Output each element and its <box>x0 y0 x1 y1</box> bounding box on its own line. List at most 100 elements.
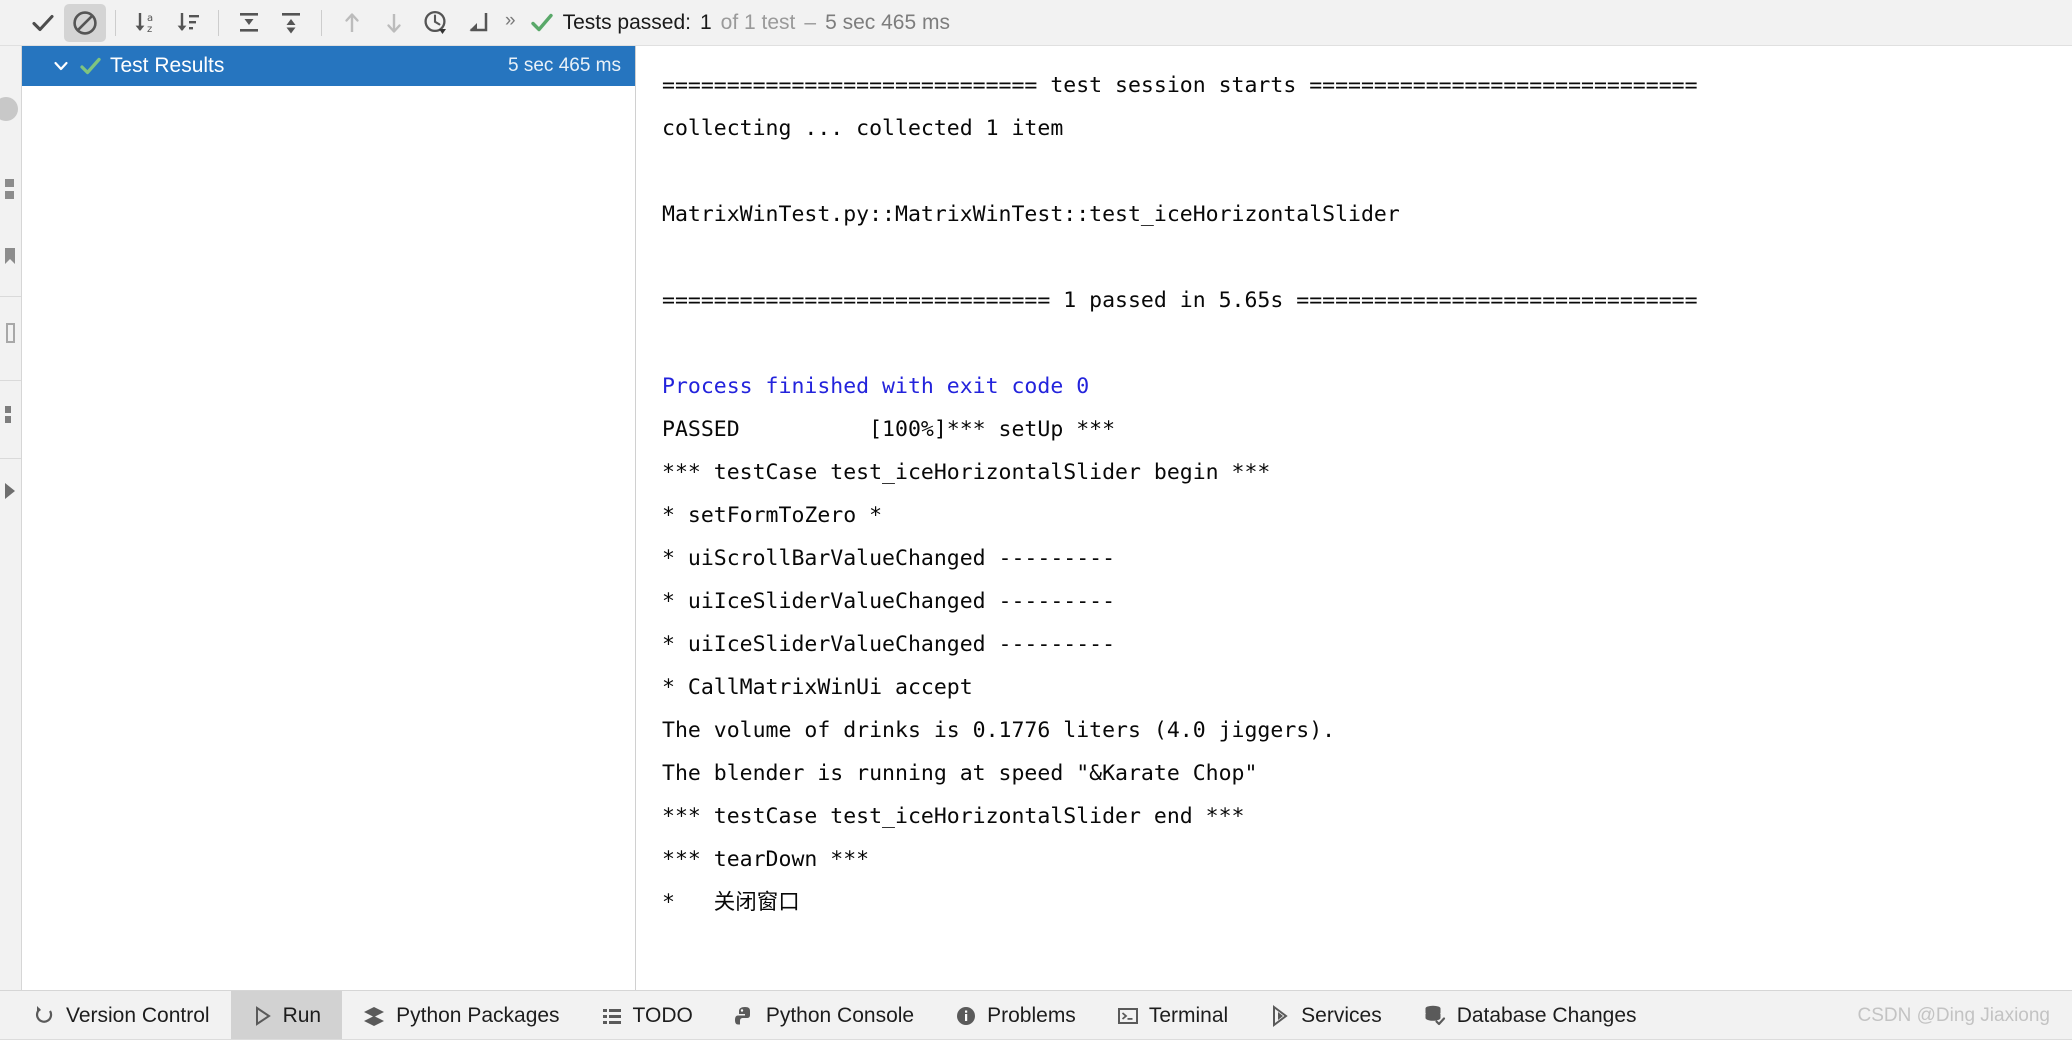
toolbar-separator-1 <box>115 9 116 36</box>
console-line: collecting ... collected 1 item <box>662 116 1064 141</box>
problems-icon <box>955 1005 977 1027</box>
console-line: PASSED [100%]*** setUp *** <box>662 417 1116 442</box>
clock-icon <box>424 10 446 34</box>
toolbar-separator-2 <box>218 9 219 36</box>
console-line: *** testCase test_iceHorizontalSlider be… <box>662 460 1271 485</box>
sort-alpha-icon: a z <box>135 12 153 35</box>
statusbar-item-run[interactable]: Run <box>230 991 343 1040</box>
todo-list-icon <box>601 1005 623 1027</box>
svg-text:z: z <box>147 24 152 35</box>
bottom-tool-window-bar: Version Control Run Python Packages TODO Pyt… <box>0 990 2072 1040</box>
tree-row-duration: 5 sec 465 ms <box>508 55 621 76</box>
console-line: * uiScrollBarValueChanged --------- <box>662 546 1116 571</box>
test-runner-toolbar: a z » Tests passed: 1 of 1 test – 5 sec … <box>0 0 2072 46</box>
test-status-summary: Tests passed: 1 of 1 test – 5 sec 465 ms <box>530 11 950 35</box>
no-entry-icon <box>73 10 97 35</box>
console-line: The blender is running at speed "&Karate… <box>662 761 1258 786</box>
statusbar-item-label: Terminal <box>1148 1003 1229 1027</box>
test-history-button[interactable] <box>415 4 457 42</box>
statusbar-item-database-changes[interactable]: Database Changes <box>1403 991 1658 1040</box>
structure-icon[interactable] <box>0 174 21 209</box>
console-line: * uiIceSliderValueChanged --------- <box>662 632 1116 657</box>
statusbar-item-python-packages[interactable]: Python Packages <box>342 991 580 1040</box>
previous-failed-test-button[interactable] <box>331 4 373 42</box>
check-icon <box>32 14 54 31</box>
console-line: MatrixWinTest.py::MatrixWinTest::test_ic… <box>662 202 1400 227</box>
avatar-icon[interactable] <box>0 94 21 129</box>
sort-alphabetically-button[interactable]: a z <box>125 4 167 42</box>
commit-icon[interactable] <box>0 400 21 435</box>
jump-to-source-icon <box>469 12 488 31</box>
sort-by-duration-button[interactable] <box>167 4 209 42</box>
scroll-to-source-button[interactable] <box>457 4 499 42</box>
console-output-panel[interactable]: ============================= test sessi… <box>636 46 2072 990</box>
database-changes-icon <box>1423 1004 1447 1028</box>
console-line: ============================== 1 passed … <box>662 288 1698 313</box>
statusbar-item-label: Problems <box>987 1003 1076 1027</box>
statusbar-item-label: Python Packages <box>396 1003 560 1027</box>
console-line: * uiIceSliderValueChanged --------- <box>662 589 1116 614</box>
console-line: *** testCase test_iceHorizontalSlider en… <box>662 804 1245 829</box>
bookmarks-icon[interactable] <box>0 242 21 277</box>
main-content-row: Test Results 5 sec 465 ms ==============… <box>0 46 2072 990</box>
strip-divider-2 <box>0 380 21 381</box>
toolbar-separator-3 <box>321 9 322 36</box>
console-line: Process finished with exit code 0 <box>662 374 1090 399</box>
tree-row-test-results[interactable]: Test Results 5 sec 465 ms <box>22 46 635 86</box>
console-line: The volume of drinks is 0.1776 liters (4… <box>662 718 1336 743</box>
statusbar-item-label: Database Changes <box>1456 1003 1637 1027</box>
console-line: * CallMatrixWinUi accept <box>662 675 973 700</box>
sort-duration-icon <box>177 12 199 31</box>
console-lines: ============================= test sessi… <box>662 64 2072 924</box>
test-tree-panel: Test Results 5 sec 465 ms <box>22 46 636 990</box>
svg-text:a: a <box>147 13 153 24</box>
statusbar-item-label: TODO <box>632 1003 693 1027</box>
watermark-label: CSDN @Ding Jiaxiong <box>1857 1005 2050 1026</box>
statusbar-item-label: Run <box>282 1003 322 1027</box>
test-runner-window: a z » Tests passed: 1 of 1 test – 5 sec … <box>0 0 2072 1040</box>
tests-total-label: of 1 test <box>720 10 796 34</box>
green-check-icon <box>74 55 106 78</box>
terminal-icon <box>1117 1005 1139 1027</box>
statusbar-item-version-control[interactable]: Version Control <box>14 991 231 1040</box>
version-control-icon <box>34 1005 56 1027</box>
collapse-all-icon <box>282 12 300 33</box>
statusbar-items: Version Control Run Python Packages TODO Pyt… <box>14 991 1658 1040</box>
strip-divider-1 <box>0 296 21 297</box>
run-arrow-icon[interactable] <box>0 476 21 511</box>
statusbar-item-label: Version Control <box>66 1003 210 1027</box>
expand-all-button[interactable] <box>228 4 270 42</box>
statusbar-item-python-console[interactable]: Python Console <box>714 991 935 1040</box>
show-passed-toggle[interactable] <box>22 4 64 42</box>
toolbar-overflow-button[interactable]: » <box>499 10 524 35</box>
arrow-down-icon <box>387 13 401 33</box>
tree-row-label: Test Results <box>110 54 225 77</box>
show-ignored-toggle[interactable] <box>64 3 106 42</box>
python-console-icon <box>734 1005 756 1027</box>
expand-all-icon <box>240 12 258 32</box>
next-failed-test-button[interactable] <box>373 4 415 42</box>
statusbar-item-todo[interactable]: TODO <box>581 991 714 1040</box>
services-icon <box>1269 1004 1291 1027</box>
strip-divider-3 <box>0 458 21 459</box>
notifications-icon[interactable] <box>0 318 21 353</box>
tests-duration-label: 5 sec 465 ms <box>825 10 950 34</box>
run-play-icon <box>251 1005 273 1027</box>
console-line: *** tearDown *** <box>662 847 870 872</box>
statusbar-item-terminal[interactable]: Terminal <box>1097 991 1249 1040</box>
tests-passed-count: 1 <box>699 10 712 34</box>
chevron-down-icon[interactable] <box>48 56 74 76</box>
green-check-icon <box>530 13 553 31</box>
statusbar-item-problems[interactable]: Problems <box>935 991 1097 1040</box>
console-line: * setFormToZero * <box>662 503 883 528</box>
console-line: ============================= test sessi… <box>662 73 1698 98</box>
collapse-all-button[interactable] <box>270 4 312 42</box>
python-packages-icon <box>362 1004 386 1028</box>
left-tool-strip <box>0 46 22 990</box>
statusbar-item-services[interactable]: Services <box>1249 991 1403 1040</box>
status-separator: – <box>804 10 817 34</box>
arrow-up-icon <box>345 12 359 32</box>
